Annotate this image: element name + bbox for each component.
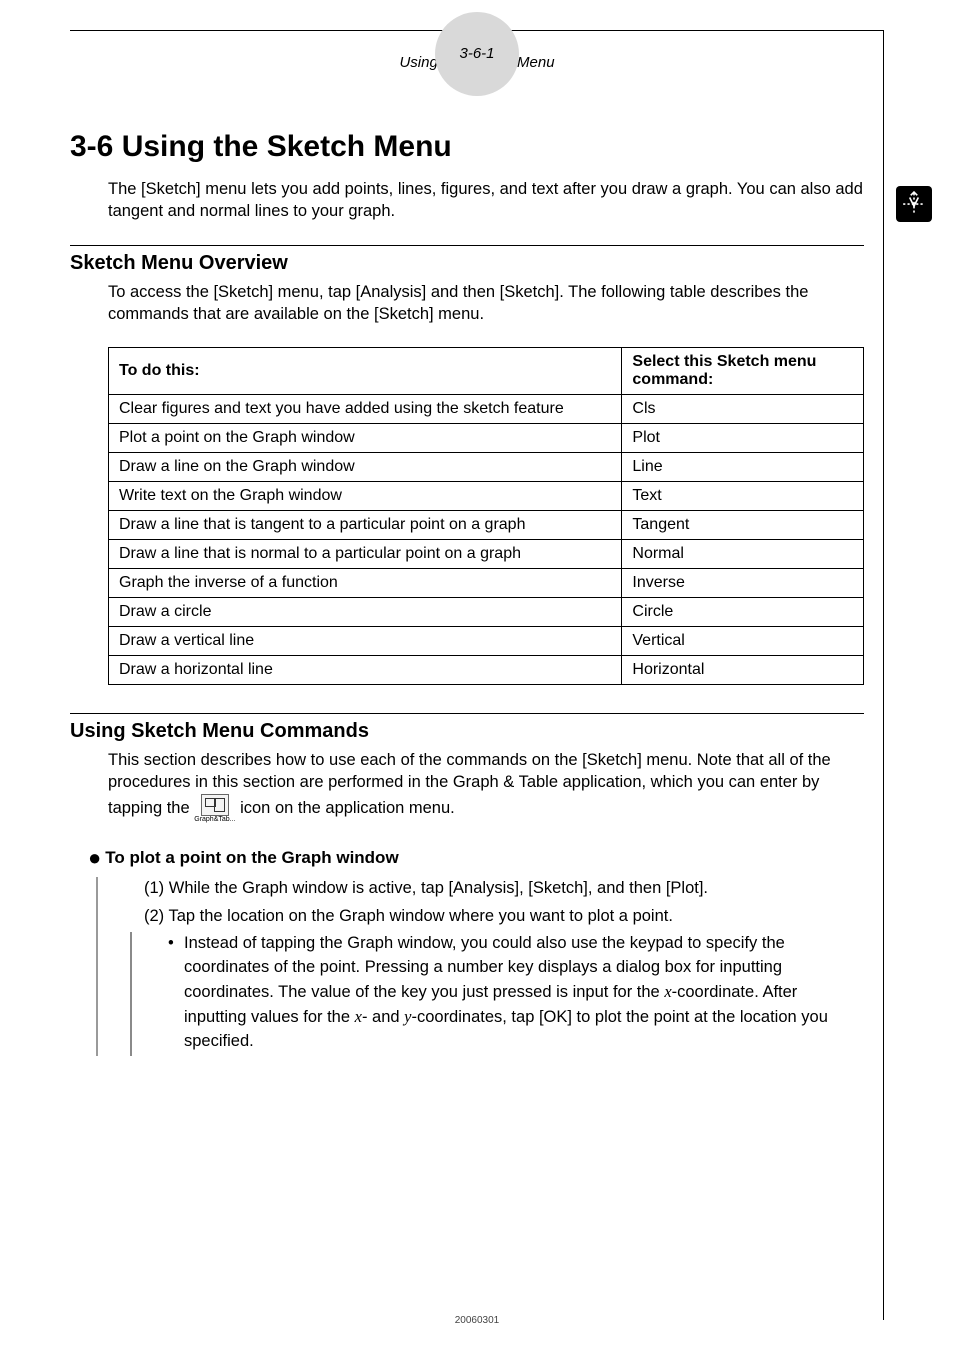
cell: Clear figures and text you have added us… — [109, 395, 622, 424]
col-command: Select this Sketch menu command: — [622, 348, 864, 395]
cell: Draw a line on the Graph window — [109, 453, 622, 482]
table-row: Write text on the Graph windowText — [109, 482, 864, 511]
cell: Line — [622, 453, 864, 482]
var-x: x — [355, 1007, 362, 1026]
cell: Write text on the Graph window — [109, 482, 622, 511]
step-2: (2) Tap the location on the Graph window… — [144, 905, 864, 929]
table-row: Draw a circleCircle — [109, 598, 864, 627]
text: - and — [362, 1008, 404, 1026]
cell: Draw a horizontal line — [109, 656, 622, 685]
table-row: Draw a line on the Graph windowLine — [109, 453, 864, 482]
page: 3-6-1 Using the Sketch Menu 3-6 Using th… — [0, 0, 954, 1350]
text: icon on the application menu. — [240, 798, 455, 816]
table-row: Draw a vertical lineVertical — [109, 627, 864, 656]
cell: Tangent — [622, 511, 864, 540]
table-header-row: To do this: Select this Sketch menu comm… — [109, 348, 864, 395]
intro-text: The [Sketch] menu lets you add points, l… — [70, 178, 864, 223]
divider — [70, 713, 864, 714]
step-1: (1) While the Graph window is active, ta… — [144, 877, 864, 901]
right-rule — [883, 30, 884, 1320]
cell: Draw a circle — [109, 598, 622, 627]
cell: Circle — [622, 598, 864, 627]
table-row: Draw a horizontal lineHorizontal — [109, 656, 864, 685]
footer-date: 20060301 — [0, 1315, 954, 1326]
axes-icon — [901, 191, 927, 217]
cell: Draw a line that is tangent to a particu… — [109, 511, 622, 540]
plot-heading: ●To plot a point on the Graph window — [88, 845, 864, 871]
commands-desc: This section describes how to use each o… — [70, 749, 864, 823]
cell: Text — [622, 482, 864, 511]
divider — [70, 245, 864, 246]
cell: Horizontal — [622, 656, 864, 685]
page-header-badge: 3-6-1 — [435, 12, 519, 96]
cell: Plot — [622, 424, 864, 453]
col-to-do: To do this: — [109, 348, 622, 395]
table-row: Draw a line that is normal to a particul… — [109, 540, 864, 569]
cell: Graph the inverse of a function — [109, 569, 622, 598]
icon-caption: Graph&Tab... — [194, 816, 235, 823]
table-row: Plot a point on the Graph windowPlot — [109, 424, 864, 453]
step-note: Instead of tapping the Graph window, you… — [130, 932, 864, 1056]
cell: Plot a point on the Graph window — [109, 424, 622, 453]
app-icon — [201, 794, 229, 816]
sidebar-graph-icon — [896, 186, 932, 222]
steps: (1) While the Graph window is active, ta… — [144, 877, 864, 1056]
section-title: 3-6 Using the Sketch Menu — [70, 130, 864, 164]
page-number: 3-6-1 — [459, 45, 494, 63]
graph-tab-icon: Graph&Tab... — [194, 794, 235, 823]
overview-heading: Sketch Menu Overview — [70, 252, 864, 275]
var-x: x — [664, 982, 671, 1001]
table-row: Clear figures and text you have added us… — [109, 395, 864, 424]
cell: Normal — [622, 540, 864, 569]
steps-block: (1) While the Graph window is active, ta… — [96, 877, 864, 1056]
table-row: Draw a line that is tangent to a particu… — [109, 511, 864, 540]
cell: Draw a vertical line — [109, 627, 622, 656]
sketch-commands-table: To do this: Select this Sketch menu comm… — [108, 347, 864, 685]
cell: Vertical — [622, 627, 864, 656]
cell: Inverse — [622, 569, 864, 598]
cell: Cls — [622, 395, 864, 424]
table-row: Graph the inverse of a functionInverse — [109, 569, 864, 598]
text: To plot a point on the Graph window — [105, 848, 398, 867]
commands-heading: Using Sketch Menu Commands — [70, 720, 864, 743]
content: 3-6 Using the Sketch Menu The [Sketch] m… — [70, 130, 864, 1056]
cell: Draw a line that is normal to a particul… — [109, 540, 622, 569]
overview-desc: To access the [Sketch] menu, tap [Analys… — [70, 281, 864, 326]
